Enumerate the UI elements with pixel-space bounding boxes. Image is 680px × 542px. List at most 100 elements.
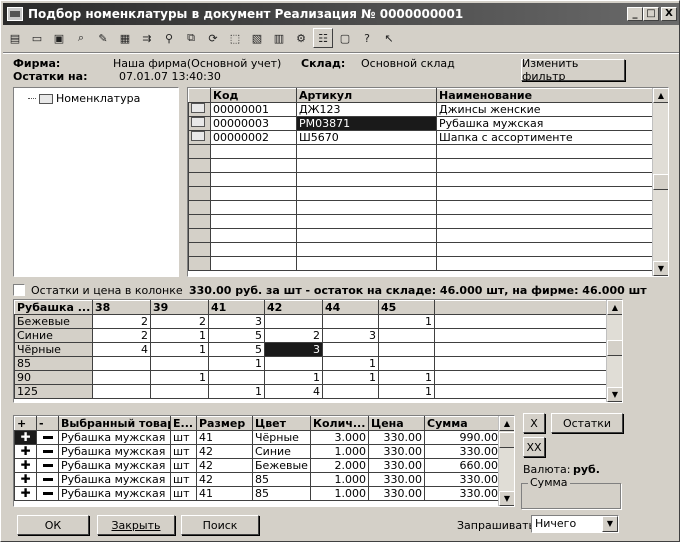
grid-cell-selected[interactable]: 3 [264, 342, 323, 357]
increment-icon[interactable]: ✚ [14, 486, 37, 501]
add-icon[interactable]: ▤ [5, 28, 25, 48]
ok-button[interactable]: ОК [17, 515, 89, 535]
select-icon[interactable]: ⬚ [225, 28, 245, 48]
cell-sum[interactable]: 330.00 [424, 472, 501, 487]
column-header-size[interactable]: Размер [196, 416, 253, 431]
balances-in-column-checkbox[interactable] [13, 284, 25, 296]
cell-color[interactable]: Синие [252, 444, 311, 459]
search-button[interactable]: Поиск [181, 515, 259, 535]
column-header-price[interactable]: Цена [368, 416, 425, 431]
table-row[interactable]: 90 1 1 1 1 [14, 370, 607, 385]
grid-cell[interactable] [92, 370, 151, 385]
close-dialog-button[interactable]: Закрыть [97, 515, 175, 535]
cell-unit[interactable]: шт [170, 444, 197, 459]
scroll-down-icon[interactable]: ▼ [653, 261, 668, 276]
scroll-up-icon[interactable]: ▲ [607, 300, 622, 315]
grid-cell[interactable]: 5 [208, 328, 265, 343]
grid-cell[interactable]: 4 [264, 384, 323, 399]
table-row[interactable]: ✚ Рубашка мужская шт 42 85 1.000 330.00 … [14, 472, 501, 487]
cell-quantity[interactable]: 1.000 [310, 444, 369, 459]
cell-sum[interactable]: 660.00 [424, 458, 501, 473]
decrement-icon[interactable] [36, 486, 59, 501]
cell-size[interactable]: 42 [196, 472, 253, 487]
selected-items-scrollbar[interactable]: ▲ ▼ [498, 416, 514, 506]
column-header-color[interactable]: Цвет [252, 416, 311, 431]
cell-unit[interactable]: шт [170, 472, 197, 487]
cell-quantity[interactable]: 2.000 [310, 458, 369, 473]
paste-icon[interactable]: ▧ [247, 28, 267, 48]
decrement-icon[interactable] [36, 472, 59, 487]
grid-cell[interactable]: 4 [92, 342, 151, 357]
size-grid-scrollbar[interactable]: ▲ ▼ [606, 300, 622, 402]
chevron-down-icon[interactable]: ▼ [602, 516, 618, 532]
table-row[interactable]: ✚ Рубашка мужская шт 42 Бежевые 2.000 33… [14, 458, 501, 473]
balances-button[interactable]: Остатки [551, 413, 623, 433]
edit-icon[interactable]: ✎ [93, 28, 113, 48]
table-row[interactable]: Чёрные 4 1 5 3 [14, 342, 607, 357]
title-bar[interactable]: Подбор номенклатуры в документ Реализаци… [3, 3, 679, 25]
column-header-name[interactable]: Наименование [436, 88, 653, 103]
column-header-product[interactable]: Выбранный товар [58, 416, 171, 431]
firm-icon[interactable]: ▦ [115, 28, 135, 48]
find-icon[interactable]: ⌕ [71, 28, 91, 48]
delete-row-button[interactable]: X [523, 413, 545, 433]
tree-node-root[interactable]: Номенклатура [28, 92, 140, 105]
cell-price[interactable]: 330.00 [368, 486, 425, 501]
cell-article[interactable]: ДЖ123 [296, 102, 437, 117]
help-icon[interactable]: ? [357, 28, 377, 48]
cell-price[interactable]: 330.00 [368, 430, 425, 445]
maximize-button[interactable]: □ [643, 7, 659, 21]
scroll-down-icon[interactable]: ▼ [499, 491, 514, 506]
folder-icon[interactable]: ▭ [27, 28, 47, 48]
cell-name[interactable]: Рубашка мужская [436, 116, 653, 131]
grid-cell[interactable]: 1 [208, 384, 265, 399]
grid-cell[interactable] [264, 314, 323, 329]
increment-icon[interactable]: ✚ [14, 430, 37, 445]
cell-size[interactable]: 42 [196, 444, 253, 459]
grid-cell[interactable] [150, 356, 209, 371]
cell-code[interactable]: 00000001 [210, 102, 297, 117]
cell-sum[interactable]: 990.00 [424, 430, 501, 445]
nomenclature-tree[interactable]: Номенклатура [13, 87, 179, 277]
cell-price[interactable]: 330.00 [368, 444, 425, 459]
cell-size[interactable]: 41 [196, 430, 253, 445]
selected-items-table[interactable]: + - Выбранный товар Е... Размер Цвет Кол… [13, 415, 515, 507]
grid-cell[interactable] [378, 356, 435, 371]
cell-unit[interactable]: шт [170, 458, 197, 473]
cell-product[interactable]: Рубашка мужская [58, 458, 171, 473]
column-header-unit[interactable]: Е... [170, 416, 197, 431]
grid-cell[interactable]: 1 [322, 356, 379, 371]
cell-unit[interactable]: шт [170, 430, 197, 445]
settings-icon[interactable]: ⚙ [291, 28, 311, 48]
cell-price[interactable]: 330.00 [368, 458, 425, 473]
decrement-icon[interactable] [36, 430, 59, 445]
grid-cell[interactable]: 1 [150, 342, 209, 357]
clear-all-button[interactable]: XX [523, 437, 545, 457]
grid-cell[interactable]: 1 [322, 370, 379, 385]
table-row[interactable]: 00000001 ДЖ123 Джинсы женские [188, 102, 653, 117]
size-color-grid[interactable]: Рубашка ... 38 39 41 42 44 45 Бежевые 2 … [13, 299, 623, 403]
cell-sum[interactable]: 330.00 [424, 444, 501, 459]
column-header-plus[interactable]: + [14, 416, 37, 431]
grid-cell[interactable] [208, 370, 265, 385]
cell-product[interactable]: Рубашка мужская [58, 486, 171, 501]
change-filter-button[interactable]: Изменить фильтр [521, 57, 625, 83]
column-header-code[interactable]: Код [210, 88, 297, 103]
grid-cell[interactable]: 1 [378, 370, 435, 385]
grid-cell[interactable]: 2 [264, 328, 323, 343]
grid-cell[interactable]: 2 [92, 328, 151, 343]
cell-quantity[interactable]: 1.000 [310, 486, 369, 501]
scroll-thumb[interactable] [607, 340, 622, 356]
increment-icon[interactable]: ✚ [14, 472, 37, 487]
nomenclature-table[interactable]: Код Артикул Наименование 00000001 ДЖ123 … [187, 87, 669, 277]
grid-cell[interactable] [322, 384, 379, 399]
window-icon[interactable]: ▢ [335, 28, 355, 48]
grid-cell[interactable]: 3 [322, 328, 379, 343]
cell-price[interactable]: 330.00 [368, 472, 425, 487]
cell-name[interactable]: Шапка с ассортименте [436, 130, 653, 145]
table-row[interactable]: Синие 2 1 5 2 3 [14, 328, 607, 343]
cell-sum[interactable]: 330.00 [424, 486, 501, 501]
ask-select[interactable]: Ничего ▼ [531, 515, 619, 533]
table-row[interactable]: 00000002 Ш5670 Шапка с ассортименте [188, 130, 653, 145]
scroll-down-icon[interactable]: ▼ [607, 387, 622, 402]
